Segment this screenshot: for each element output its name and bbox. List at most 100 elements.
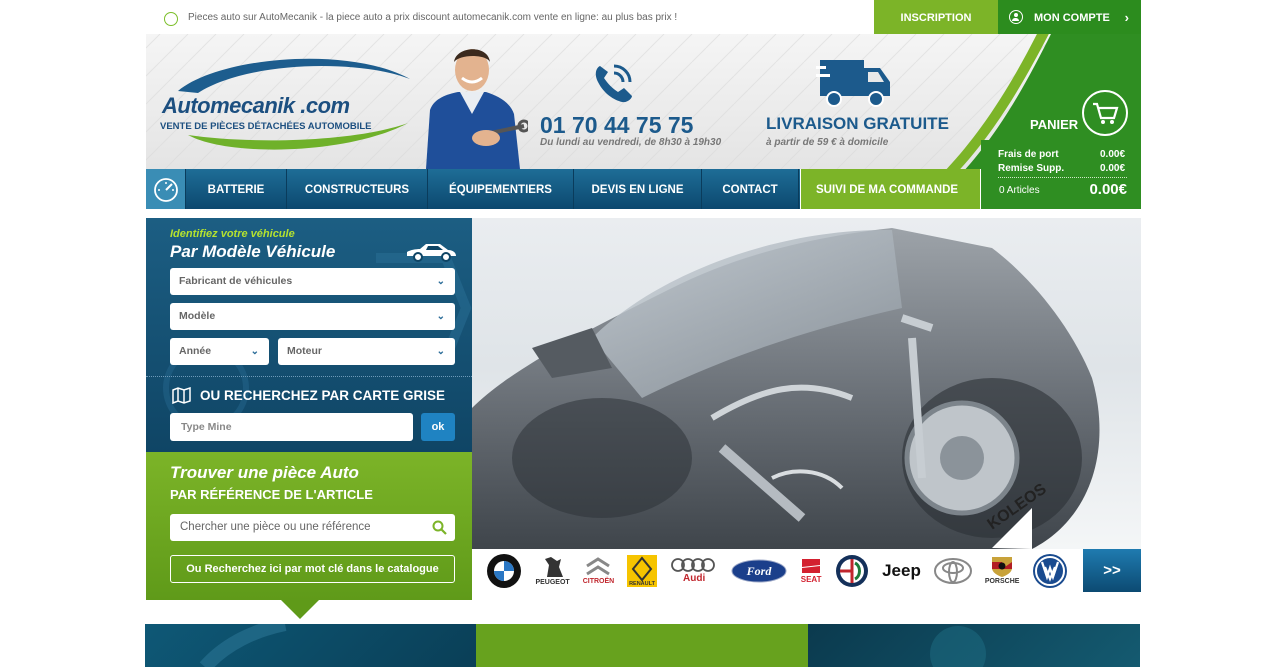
logo[interactable]: Automecanik .com VENTE DE PIÈCES DÉTACHÉ… (158, 49, 413, 154)
reference-placeholder: Chercher une pièce ou une référence (180, 521, 371, 533)
annee-value: Année (179, 345, 212, 357)
nav-contact[interactable]: CONTACT (702, 169, 799, 209)
bottom-tile-3[interactable] (808, 624, 1140, 667)
tagline: Pieces auto sur AutoMecanik - la piece a… (188, 12, 678, 23)
brand-bmw[interactable] (486, 553, 522, 589)
seat-logo (802, 559, 821, 573)
peugeot-lion-logo (544, 557, 563, 577)
chevron-down-icon: ⌄ (436, 276, 445, 287)
annee-select[interactable]: Année ⌄ (170, 338, 269, 365)
frais-row: Frais de port 0.00€ (998, 149, 1125, 160)
brand-peugeot[interactable]: PEUGEOT (535, 555, 570, 586)
porsche-label: PORSCHE (984, 578, 1020, 585)
moteur-select[interactable]: Moteur ⌄ (278, 338, 455, 365)
inscription-button[interactable]: INSCRIPTION (874, 0, 998, 34)
brand-ford[interactable]: Ford (731, 559, 787, 583)
volkswagen-logo (1033, 553, 1068, 588)
citroen-label: CITROËN (582, 578, 615, 585)
brand-alfa-romeo[interactable] (835, 554, 869, 588)
nav-devis-en-ligne[interactable]: DEVIS EN LIGNE (574, 169, 702, 209)
main-nav: BATTERIE CONSTRUCTEURS ÉQUIPEMENTIERS DE… (146, 169, 800, 209)
nav-batterie[interactable]: BATTERIE (186, 169, 287, 209)
divider (146, 376, 472, 377)
chevron-down-icon: ⌄ (436, 346, 445, 357)
brands-next-button[interactable]: >> (1083, 549, 1141, 592)
phone-number: 01 70 44 75 75 (540, 112, 694, 138)
bottom-tile-1[interactable] (145, 617, 476, 667)
catalogue-search-button[interactable]: Ou Recherchez ici par mot clé dans le ca… (170, 555, 455, 583)
moteur-value: Moteur (287, 345, 322, 357)
gauge-icon[interactable] (146, 169, 186, 209)
brand-porsche[interactable]: PORSCHE (984, 556, 1020, 585)
speedometer-icon (154, 178, 178, 202)
brand-jeep[interactable]: Jeep (882, 561, 921, 581)
top-bar: Pieces auto sur AutoMecanik - la piece a… (146, 0, 1141, 34)
mon-compte-label: MON COMPTE (1034, 12, 1110, 24)
identify-title: Identifiez votre véhicule (170, 228, 295, 240)
alfa-romeo-logo (836, 554, 869, 587)
renault-logo: RENAULT (627, 554, 658, 587)
find-part-title: Trouver une pièce Auto (170, 463, 359, 482)
brand-renault[interactable]: RENAULT (627, 554, 658, 587)
type-mine-input[interactable]: Type Mine (170, 413, 413, 441)
ford-label: Ford (746, 564, 773, 578)
toyota-logo (933, 557, 972, 584)
opening-hours: Du lundi au vendredi, de 8h30 à 19h30 (540, 137, 722, 148)
bmw-logo (487, 553, 522, 588)
peugeot-label: PEUGEOT (535, 579, 570, 586)
porsche-crest-logo (992, 557, 1013, 577)
renault-label: RENAULT (629, 581, 656, 587)
chevron-right-icon: › (1124, 10, 1129, 25)
suivi-commande-link[interactable]: SUIVI DE MA COMMANDE (801, 169, 980, 209)
chevron-down-icon: ⌄ (250, 346, 259, 357)
page: Pieces auto sur AutoMecanik - la piece a… (0, 0, 1280, 667)
brand-audi[interactable]: Audi (670, 557, 718, 584)
ok-button[interactable]: ok (421, 413, 455, 441)
fabricant-select[interactable]: Fabricant de véhicules ⌄ (170, 268, 455, 295)
brand-toyota[interactable] (933, 557, 972, 584)
car-icon (407, 244, 456, 262)
tile-3-image (930, 626, 986, 667)
cart-summary[interactable]: Frais de port 0.00€ Remise Supp. 0.00€ 0… (981, 140, 1141, 209)
chevron-down-icon: ⌄ (436, 311, 445, 322)
cart-icon[interactable] (1082, 90, 1128, 136)
car-cutaway-image: KOLEOS (472, 228, 1100, 549)
brand-citroen[interactable]: CITROËN (582, 556, 615, 585)
remise-label: Remise Supp. (998, 163, 1065, 174)
fabricant-value: Fabricant de véhicules (179, 275, 293, 287)
nav-constructeurs[interactable]: CONSTRUCTEURS (287, 169, 428, 209)
map-icon (172, 387, 191, 404)
nav-equipementiers[interactable]: ÉQUIPEMENTIERS (428, 169, 574, 209)
reference-search-input[interactable]: Chercher une pièce ou une référence (170, 514, 455, 541)
phone-icon (595, 64, 632, 103)
find-part-subtitle: PAR RÉFÉRENCE DE L'ARTICLE (170, 487, 373, 502)
by-model-title: Par Modèle Véhicule (170, 242, 336, 261)
cart-articles: 0 Articles (999, 185, 1040, 196)
audi-label: Audi (683, 573, 706, 584)
modele-select[interactable]: Modèle ⌄ (170, 303, 455, 330)
logo-text: Automecanik .com (162, 93, 350, 118)
divider (998, 177, 1127, 178)
citroen-logo (586, 557, 611, 576)
logo-subtitle: VENTE DE PIÈCES DÉTACHÉES AUTOMOBILE (160, 121, 372, 132)
circle-icon (164, 12, 178, 26)
audi-rings-logo (671, 558, 716, 572)
ford-logo: Ford (731, 559, 787, 582)
remise-row: Remise Supp. 0.00€ (998, 163, 1125, 174)
tile-1-image (199, 617, 287, 667)
search-icon[interactable] (432, 520, 447, 535)
brand-seat[interactable]: SEAT (800, 557, 822, 584)
cart-glyph (1093, 102, 1119, 124)
seat-label: SEAT (800, 575, 822, 584)
frais-label: Frais de port (998, 149, 1059, 160)
panier-label[interactable]: PANIER (1030, 117, 1078, 132)
mechanic-image (426, 49, 528, 169)
cart-total: 0.00€ (1089, 181, 1127, 198)
hero-banner[interactable]: KOLEOS (472, 218, 1141, 549)
modele-value: Modèle (179, 310, 216, 322)
mon-compte-button[interactable]: MON COMPTE › (998, 0, 1141, 34)
brand-volkswagen[interactable] (1032, 553, 1068, 589)
carte-grise-title: OU RECHERCHEZ PAR CARTE GRISE (200, 388, 446, 403)
brand-strip: PEUGEOT CITROËN RENAULT Audi Ford SEAT J… (472, 549, 1083, 592)
bottom-tile-2[interactable] (476, 624, 808, 667)
